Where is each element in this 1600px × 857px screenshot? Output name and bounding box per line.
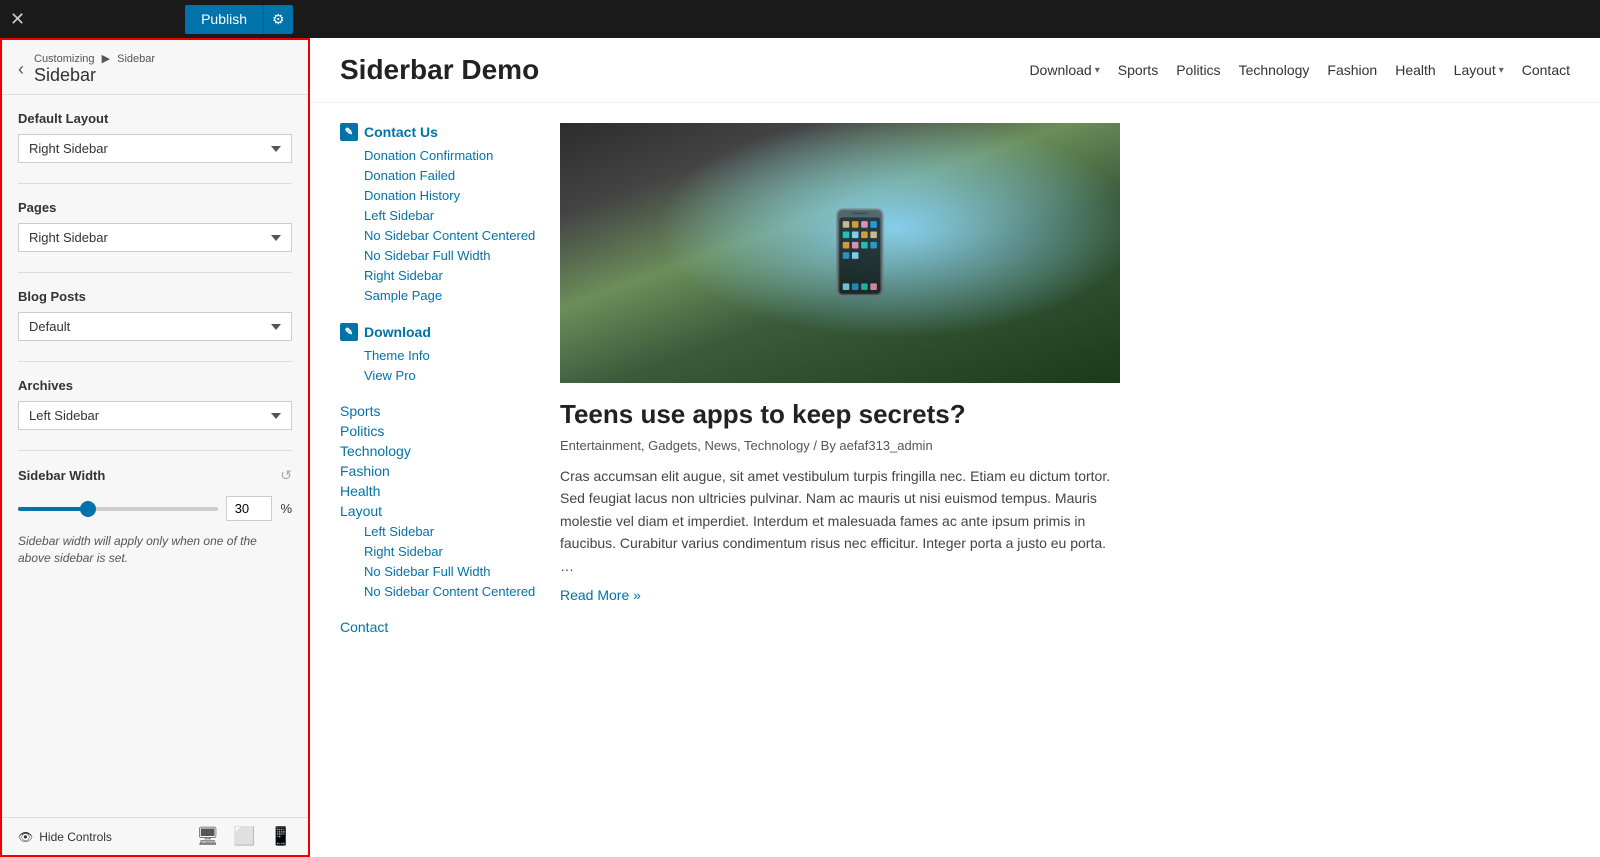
close-button[interactable]: ✕ xyxy=(10,9,25,30)
slider-thumb[interactable] xyxy=(80,501,96,517)
back-button[interactable]: ‹ xyxy=(18,59,24,80)
layout-menu-items: Left Sidebar Right Sidebar No Sidebar Fu… xyxy=(340,523,540,599)
list-item: Right Sidebar xyxy=(364,267,540,283)
menu-politics[interactable]: Politics xyxy=(340,423,540,439)
menu-sidebar: ✎ Contact Us Donation Confirmation Donat… xyxy=(340,123,540,837)
sidebar-width-header: Sidebar Width ↺ xyxy=(18,467,292,484)
menu-layout[interactable]: Layout xyxy=(340,503,540,519)
list-item: Theme Info xyxy=(364,347,540,363)
download-menu-items: Theme Info View Pro xyxy=(340,347,540,383)
list-item: No Sidebar Full Width xyxy=(364,563,540,579)
hide-controls-button[interactable]: 👁 Hide Controls xyxy=(18,830,112,844)
chevron-down-icon-2: ▾ xyxy=(1499,65,1504,76)
site-body: ✎ Contact Us Donation Confirmation Donat… xyxy=(310,103,1600,857)
menu-sports[interactable]: Sports xyxy=(340,403,540,419)
eye-icon: 👁 xyxy=(18,830,33,844)
publish-group: Publish ⚙ xyxy=(35,5,292,34)
desktop-icon[interactable]: 🖥 xyxy=(196,826,219,847)
gear-button[interactable]: ⚙ xyxy=(263,5,293,34)
sidebar-width-input[interactable] xyxy=(226,496,272,521)
menu-fashion[interactable]: Fashion xyxy=(340,463,540,479)
main-area: ‹ Customizing ▶ Sidebar Sidebar Default … xyxy=(0,38,1600,857)
archives-label: Archives xyxy=(18,378,292,393)
list-item: Donation History xyxy=(364,187,540,203)
panel-title: Sidebar xyxy=(34,65,155,86)
menu-section-download: ✎ Download Theme Info View Pro xyxy=(340,323,540,383)
top-bar: ✕ Publish ⚙ xyxy=(0,0,1600,38)
nav-download[interactable]: Download ▾ xyxy=(1029,62,1099,78)
footer-icons: 🖥 ⬜ 📱 xyxy=(196,826,292,847)
edit-icon: ✎ xyxy=(340,123,358,141)
menu-section-download-title[interactable]: ✎ Download xyxy=(340,323,540,341)
menu-section-layout: Layout Left Sidebar Right Sidebar No Sid… xyxy=(340,503,540,599)
panel-content: Default Layout Right Sidebar Left Sideba… xyxy=(2,95,308,817)
publish-button[interactable]: Publish xyxy=(185,5,263,34)
slider-row: % xyxy=(18,496,292,521)
mobile-icon[interactable]: 📱 xyxy=(270,826,292,847)
refresh-icon[interactable]: ↺ xyxy=(280,467,292,484)
sidebar-width-note: Sidebar width will apply only when one o… xyxy=(18,533,292,567)
slider-fill xyxy=(18,507,88,511)
tablet-icon[interactable]: ⬜ xyxy=(233,826,255,847)
list-item: No Sidebar Content Centered xyxy=(364,583,540,599)
article-title: Teens use apps to keep secrets? xyxy=(560,399,1570,430)
nav-contact[interactable]: Contact xyxy=(1522,62,1570,78)
list-item: Donation Confirmation xyxy=(364,147,540,163)
list-item: No Sidebar Full Width xyxy=(364,247,540,263)
panel-header: ‹ Customizing ▶ Sidebar Sidebar xyxy=(2,40,308,95)
sidebar-width-label: Sidebar Width xyxy=(18,468,105,483)
default-layout-select[interactable]: Right Sidebar Left Sidebar No Sidebar Co… xyxy=(18,134,292,163)
menu-contact[interactable]: Contact xyxy=(340,619,540,635)
nav-politics[interactable]: Politics xyxy=(1176,62,1220,78)
site-title: Siderbar Demo xyxy=(340,54,539,86)
nav-fashion[interactable]: Fashion xyxy=(1327,62,1377,78)
default-layout-group: Default Layout Right Sidebar Left Sideba… xyxy=(18,111,292,163)
list-item: Donation Failed xyxy=(364,167,540,183)
breadcrumb: Customizing ▶ Sidebar xyxy=(34,52,155,65)
nav-technology[interactable]: Technology xyxy=(1239,62,1310,78)
list-item: Sample Page xyxy=(364,287,540,303)
site-header: Siderbar Demo Download ▾ Sports Politics… xyxy=(310,38,1600,103)
site-preview: Siderbar Demo Download ▾ Sports Politics… xyxy=(310,38,1600,857)
edit-icon-2: ✎ xyxy=(340,323,358,341)
nav-health[interactable]: Health xyxy=(1395,62,1435,78)
read-more-link[interactable]: Read More » xyxy=(560,587,1570,603)
nav-layout[interactable]: Layout ▾ xyxy=(1454,62,1504,78)
archives-select[interactable]: Left Sidebar Right Sidebar Default xyxy=(18,401,292,430)
menu-section-contact-title[interactable]: ✎ Contact Us xyxy=(340,123,540,141)
list-item: Left Sidebar xyxy=(364,523,540,539)
article-body: Cras accumsan elit augue, sit amet vesti… xyxy=(560,465,1120,577)
list-item: Left Sidebar xyxy=(364,207,540,223)
menu-section-contact: ✎ Contact Us Donation Confirmation Donat… xyxy=(340,123,540,303)
nav-sports[interactable]: Sports xyxy=(1118,62,1158,78)
blog-posts-group: Blog Posts Default Right Sidebar Left Si… xyxy=(18,289,292,341)
article-meta: Entertainment, Gadgets, News, Technology… xyxy=(560,438,1570,453)
slider-track[interactable] xyxy=(18,507,218,511)
default-layout-label: Default Layout xyxy=(18,111,292,126)
list-item: View Pro xyxy=(364,367,540,383)
article-image xyxy=(560,123,1120,383)
main-content: Teens use apps to keep secrets? Entertai… xyxy=(560,123,1570,837)
sidebar-width-unit: % xyxy=(280,501,292,516)
pages-select[interactable]: Right Sidebar Left Sidebar Default xyxy=(18,223,292,252)
pages-group: Pages Right Sidebar Left Sidebar Default xyxy=(18,200,292,252)
menu-technology[interactable]: Technology xyxy=(340,443,540,459)
contact-menu-items: Donation Confirmation Donation Failed Do… xyxy=(340,147,540,303)
menu-health[interactable]: Health xyxy=(340,483,540,499)
pages-label: Pages xyxy=(18,200,292,215)
customizer-panel: ‹ Customizing ▶ Sidebar Sidebar Default … xyxy=(0,38,310,857)
chevron-down-icon: ▾ xyxy=(1095,65,1100,76)
list-item: No Sidebar Content Centered xyxy=(364,227,540,243)
site-nav: Download ▾ Sports Politics Technology Fa… xyxy=(1029,62,1570,78)
panel-header-info: Customizing ▶ Sidebar Sidebar xyxy=(34,52,155,86)
list-item: Right Sidebar xyxy=(364,543,540,559)
blog-posts-select[interactable]: Default Right Sidebar Left Sidebar xyxy=(18,312,292,341)
archives-group: Archives Left Sidebar Right Sidebar Defa… xyxy=(18,378,292,430)
panel-footer: 👁 Hide Controls 🖥 ⬜ 📱 xyxy=(2,817,308,855)
blog-posts-label: Blog Posts xyxy=(18,289,292,304)
sidebar-width-group: Sidebar Width ↺ % Sidebar width will app… xyxy=(18,467,292,567)
